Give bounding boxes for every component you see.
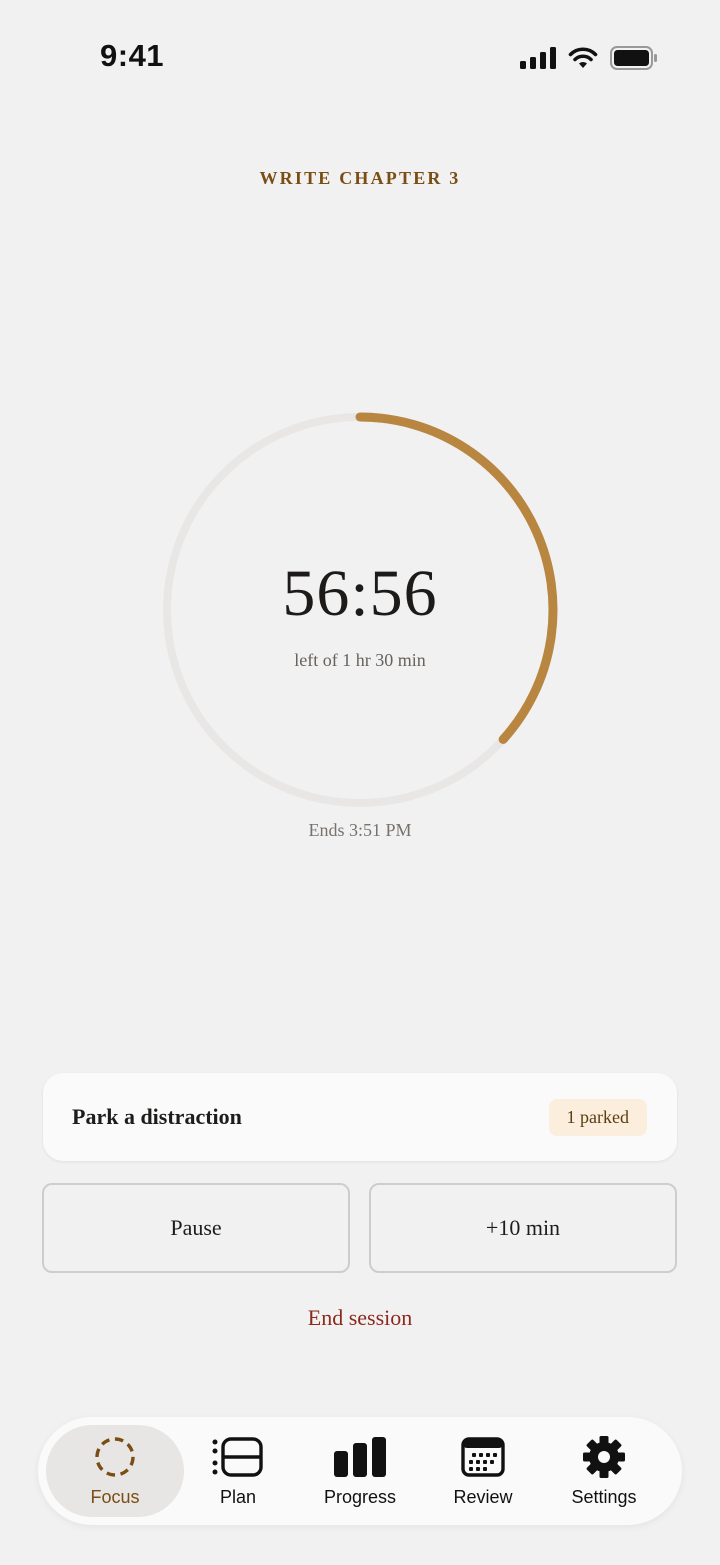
tab-label: Focus — [90, 1486, 140, 1507]
cellular-signal-icon — [520, 47, 556, 69]
timer-caption: left of 1 hr 30 min — [294, 650, 426, 670]
end-session-button[interactable]: End session — [0, 1305, 720, 1331]
tab-settings[interactable]: Settings — [558, 1417, 650, 1525]
add-ten-minutes-button[interactable]: +10 min — [369, 1183, 677, 1273]
calendar-icon — [461, 1435, 505, 1479]
parked-count-badge: 1 parked — [548, 1098, 647, 1136]
park-distraction-label: Park a distraction — [72, 1104, 242, 1129]
park-distraction-card[interactable]: Park a distraction 1 parked — [43, 1073, 677, 1161]
tab-bar: Focus Plan Progress Review Settings — [38, 1417, 682, 1525]
status-icons — [520, 44, 658, 72]
plan-list-icon — [212, 1435, 264, 1479]
tab-label: Review — [453, 1486, 513, 1507]
focus-ring-icon — [94, 1435, 136, 1479]
status-time: 9:41 — [100, 38, 165, 73]
tab-focus[interactable]: Focus — [46, 1425, 184, 1517]
pause-button[interactable]: Pause — [42, 1183, 350, 1273]
tab-plan[interactable]: Plan — [188, 1417, 288, 1525]
tab-label: Settings — [571, 1486, 637, 1507]
task-title: WRITE CHAPTER 3 — [259, 168, 461, 188]
tab-progress[interactable]: Progress — [308, 1417, 412, 1525]
timer-end-time: Ends 3:51 PM — [308, 820, 412, 840]
tab-review[interactable]: Review — [438, 1417, 528, 1525]
bar-chart-icon — [333, 1435, 387, 1479]
tab-label: Progress — [323, 1486, 397, 1507]
tab-label: Plan — [219, 1486, 257, 1507]
gear-icon — [582, 1435, 626, 1479]
wifi-icon — [568, 47, 598, 69]
battery-icon — [610, 46, 658, 70]
timer-remaining: 56:56 — [282, 557, 438, 630]
